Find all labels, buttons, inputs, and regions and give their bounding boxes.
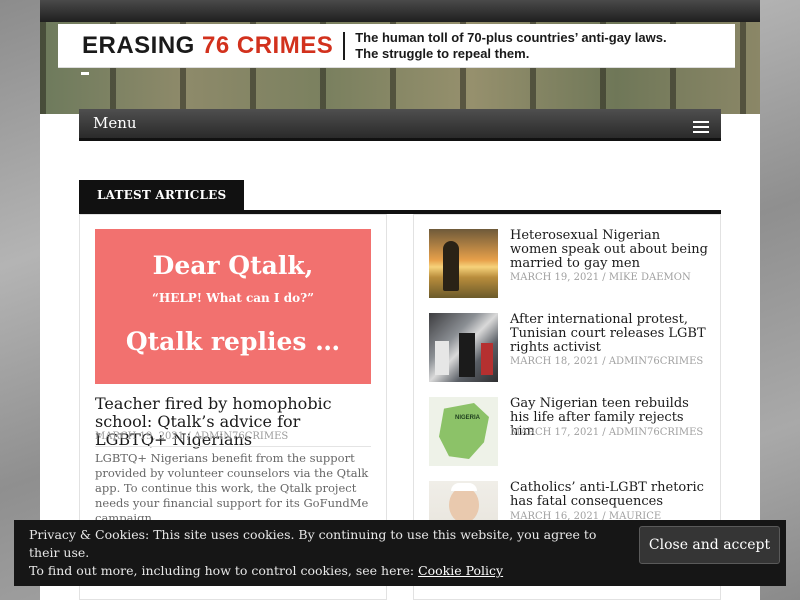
site-logo[interactable]: ERASING 76 CRIMES: [58, 32, 333, 60]
hamburger-icon[interactable]: [693, 121, 709, 133]
cookie-banner: Privacy & Cookies: This site uses cookie…: [14, 520, 786, 586]
portrait-cap: [451, 483, 477, 491]
map-label: NIGERIA: [455, 415, 481, 421]
site-banner[interactable]: ERASING 76 CRIMES The human toll of 70-p…: [58, 24, 735, 68]
featured-author[interactable]: ADMIN76CRIMES: [194, 431, 288, 442]
crowd-figure: [481, 343, 493, 375]
featured-date[interactable]: MARCH 19, 2021: [95, 431, 184, 442]
list-item: NIGERIA Gay Nigerian teen rebuilds his l…: [429, 397, 709, 467]
post-title-link[interactable]: After international protest, Tunisian co…: [510, 313, 708, 355]
post-thumbnail[interactable]: NIGERIA: [429, 397, 498, 466]
header-dash: [81, 72, 89, 75]
cookie-policy-link[interactable]: Cookie Policy: [418, 563, 503, 578]
post-date[interactable]: MARCH 19, 2021: [510, 272, 599, 283]
cookie-text-more: To find out more, including how to contr…: [29, 563, 415, 578]
post-meta: MARCH 17, 2021 / ADMIN76CRIMES: [510, 427, 710, 438]
post-author[interactable]: MIKE DAEMON: [609, 272, 691, 283]
post-meta: MARCH 18, 2021 / ADMIN76CRIMES: [510, 356, 710, 367]
logo-text-red: 76 CRIMES: [202, 31, 334, 59]
tagline-line-1: The human toll of 70-plus countries’ ant…: [355, 29, 667, 45]
post-date[interactable]: MARCH 17, 2021: [510, 427, 599, 438]
latest-articles-header: LATEST ARTICLES: [79, 180, 721, 214]
featured-image-line-2: “HELP! What can I do?”: [151, 291, 315, 305]
post-title-link[interactable]: Heterosexual Nigerian women speak out ab…: [510, 229, 708, 271]
featured-image-line-1: Dear Qtalk,: [152, 251, 314, 280]
featured-meta: MARCH 19, 2021 / ADMIN76CRIMES: [95, 431, 371, 447]
list-item: After international protest, Tunisian co…: [429, 313, 709, 383]
post-thumbnail[interactable]: [429, 313, 498, 382]
post-thumbnail[interactable]: [429, 229, 498, 298]
menu-label[interactable]: Menu: [93, 114, 137, 132]
post-author[interactable]: ADMIN76CRIMES: [609, 356, 703, 367]
featured-excerpt: LGBTQ+ Nigerians benefit from the suppor…: [95, 451, 369, 525]
site-tagline: The human toll of 70-plus countries’ ant…: [355, 30, 666, 62]
crowd-figure: [459, 333, 475, 377]
site-header: ERASING 76 CRIMES The human toll of 70-p…: [40, 22, 760, 114]
map-shape: [439, 403, 489, 459]
post-meta: MARCH 19, 2021 / MIKE DAEMON: [510, 272, 710, 283]
top-bar: [40, 0, 760, 22]
list-item: Heterosexual Nigerian women speak out ab…: [429, 229, 709, 299]
silhouette-figure: [443, 241, 459, 291]
featured-image[interactable]: Dear Qtalk, “HELP! What can I do?” Qtalk…: [95, 229, 371, 384]
cookie-text: Privacy & Cookies: This site uses cookie…: [29, 527, 597, 560]
close-and-accept-button[interactable]: Close and accept: [639, 526, 780, 564]
post-title-link[interactable]: Catholics’ anti-LGBT rhetoric has fatal …: [510, 481, 708, 509]
post-date[interactable]: MARCH 18, 2021: [510, 356, 599, 367]
banner-divider: [343, 31, 346, 60]
page-container: ERASING 76 CRIMES The human toll of 70-p…: [40, 0, 760, 600]
section-title: LATEST ARTICLES: [79, 180, 245, 210]
logo-text-dark: ERASING: [82, 31, 195, 59]
crowd-figure: [435, 341, 449, 375]
post-author[interactable]: ADMIN76CRIMES: [609, 427, 703, 438]
tagline-line-2: The struggle to repeal them.: [355, 45, 530, 61]
cookie-text-2: To find out more, including how to contr…: [29, 562, 503, 580]
portrait-face: [449, 487, 479, 523]
main-nav[interactable]: Menu: [79, 109, 721, 141]
featured-image-line-3: Qtalk replies …: [125, 327, 341, 356]
